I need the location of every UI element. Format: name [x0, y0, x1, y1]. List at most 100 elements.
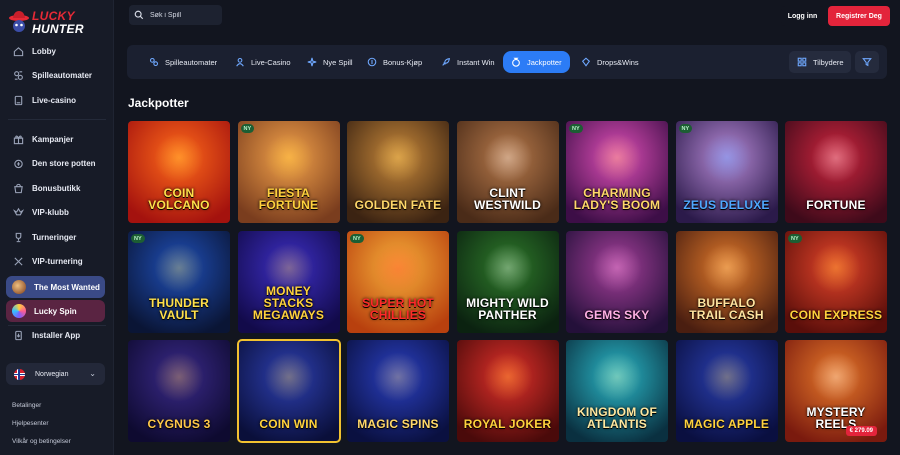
jackpot-icon: [511, 57, 521, 67]
sidebar-item-label: VIP-turnering: [32, 257, 83, 267]
providers-label: Tilbydere: [813, 57, 844, 67]
game-artwork: [482, 243, 533, 293]
game-tile[interactable]: Coin Volcano: [128, 121, 230, 223]
tab-label: Live-Casino: [251, 57, 291, 67]
game-tile[interactable]: NY Zeus Deluxe: [675, 121, 778, 223]
game-tile[interactable]: Buffalo Trail Cash: [675, 231, 778, 333]
brand-line-1: LUCKY: [32, 9, 75, 23]
section-title: Jackpotter: [128, 96, 189, 110]
game-tile[interactable]: NY Super Hot Chillies: [347, 231, 449, 333]
game-title: Gems Sky: [584, 308, 650, 322]
game-tile[interactable]: Mystery Reels € 279.09: [785, 340, 887, 442]
sidebar-item-label: Kampanjer: [32, 134, 74, 144]
game-artwork: [482, 133, 533, 183]
game-tile[interactable]: Golden Fate: [347, 121, 449, 223]
sidebar-item-vip-tournament[interactable]: VIP-turnering: [0, 250, 114, 275]
tournament-icon: [12, 256, 24, 268]
new-badge: NY: [678, 124, 693, 133]
game-artwork: [811, 352, 861, 402]
sidebar-item-label: Den store potten: [32, 159, 96, 169]
game-title: Charming Lady's Boom: [573, 186, 661, 212]
secondary-nav: Kampanjer Den store potten Bonusbutikk V…: [0, 127, 114, 274]
primary-nav: Lobby Spilleautomater Live-casino: [0, 39, 114, 113]
vip-icon: [12, 207, 24, 219]
brand-logo[interactable]: LUCKY HUNTER: [8, 7, 100, 37]
game-tile[interactable]: Clint Westwild: [456, 121, 559, 223]
tab-instant-win[interactable]: Instant Win: [433, 51, 503, 73]
game-tile[interactable]: Magic Apple: [675, 340, 778, 442]
jackpot-amount-badge: € 279.09: [845, 426, 877, 436]
install-app-icon: [12, 329, 24, 341]
game-tile[interactable]: Magic Spins: [347, 340, 449, 442]
game-tile[interactable]: Coin Win: [236, 339, 341, 443]
game-artwork: [811, 133, 861, 183]
filter-icon: [862, 58, 872, 67]
sidebar-item-tournaments[interactable]: Turneringer: [0, 225, 114, 250]
rocket-icon: [441, 57, 451, 67]
promo-lucky-spin[interactable]: Lucky Spin: [6, 300, 105, 322]
slots-icon: [12, 70, 24, 82]
sidebar-item-vip-club[interactable]: VIP-klubb: [0, 201, 114, 226]
game-tile[interactable]: NY Fiesta Fortune: [237, 121, 340, 223]
sidebar-item-promotions[interactable]: Kampanjer: [0, 127, 114, 152]
tab-drops-wins[interactable]: Drops&Wins: [573, 51, 647, 73]
grid-icon: [797, 57, 807, 67]
gift-icon: [12, 133, 24, 145]
game-title: Magic Spins: [357, 417, 439, 431]
tab-live-casino[interactable]: Live-Casino: [227, 51, 299, 73]
game-tile[interactable]: NY Thunder Vault: [128, 231, 230, 333]
tab-label: Nye Spill: [323, 57, 353, 67]
game-tile[interactable]: Kingdom of Atlantis: [566, 340, 668, 442]
sidebar-item-slots[interactable]: Spilleautomater: [0, 64, 114, 89]
game-title: Coin Volcano: [148, 186, 210, 212]
search-box[interactable]: [129, 5, 222, 25]
game-tile[interactable]: Cygnus 3: [128, 340, 230, 442]
promo-most-wanted[interactable]: The Most Wanted: [6, 276, 105, 298]
language-label: Norwegian: [35, 370, 69, 378]
new-badge: NY: [240, 124, 255, 133]
game-artwork: [482, 352, 533, 402]
game-artwork: [592, 352, 642, 402]
tab-bonus-buy[interactable]: Bonus-Kjøp: [359, 51, 430, 73]
tab-jackpots[interactable]: Jackpotter: [503, 51, 570, 73]
game-tile[interactable]: NY Coin Express: [785, 231, 887, 333]
filter-button[interactable]: [855, 51, 879, 73]
live-casino-icon: [12, 94, 24, 106]
search-input[interactable]: [150, 11, 220, 19]
language-selector[interactable]: Norwegian ⌄: [6, 363, 105, 385]
sidebar-item-label: Bonusbutikk: [32, 183, 81, 193]
game-tile[interactable]: Mighty Wild Panther: [456, 231, 559, 333]
home-icon: [12, 45, 24, 57]
game-tile[interactable]: Money Stacks Megaways: [237, 231, 340, 333]
register-button[interactable]: Registrer Deg: [828, 6, 890, 26]
game-tile[interactable]: Gems Sky: [566, 231, 668, 333]
sidebar-item-live-casino[interactable]: Live-casino: [0, 88, 114, 113]
game-title: Fiesta Fortune: [258, 186, 319, 212]
game-tile[interactable]: Fortune: [785, 121, 887, 223]
game-artwork: [811, 243, 861, 293]
sidebar-item-install-app[interactable]: Installer App: [0, 323, 114, 348]
sidebar-item-label: Installer App: [32, 330, 81, 340]
sidebar-item-bonus-shop[interactable]: Bonusbutikk: [0, 176, 114, 201]
sidebar-item-label: Live-casino: [32, 95, 77, 105]
sidebar-item-big-pot[interactable]: Den store potten: [0, 152, 114, 177]
pot-icon: [12, 158, 24, 170]
lucky-spin-wheel-icon: [12, 304, 26, 318]
game-title: Royal Joker: [463, 417, 552, 431]
top-bar: Logg inn Registrer Deg: [114, 0, 900, 32]
game-title: Kingdom of Atlantis: [577, 405, 657, 431]
footer-link-terms[interactable]: Vilkår og betingelser: [12, 438, 71, 445]
game-tile[interactable]: NY Charming Lady's Boom: [566, 121, 668, 223]
game-artwork: [154, 352, 204, 402]
sidebar-item-label: Spilleautomater: [32, 71, 93, 81]
sidebar-item-lobby[interactable]: Lobby: [0, 39, 114, 64]
game-title: Buffalo Trail Cash: [689, 296, 764, 322]
game-tile[interactable]: Royal Joker: [456, 340, 559, 442]
providers-button[interactable]: Tilbydere: [789, 51, 851, 73]
footer-link-help-center[interactable]: Hjelpesenter: [12, 420, 49, 427]
tab-new-games[interactable]: Nye Spill: [299, 51, 361, 73]
tab-label: Jackpotter: [527, 57, 562, 67]
tab-slots[interactable]: Spilleautomater: [141, 51, 225, 73]
footer-link-payments[interactable]: Betalinger: [12, 402, 41, 409]
login-button[interactable]: Logg inn: [781, 6, 824, 26]
